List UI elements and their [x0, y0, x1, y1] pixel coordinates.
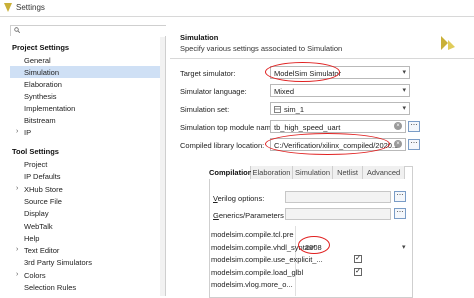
settings-tree: Project Settings General Simulation Elabor… — [10, 36, 166, 296]
property-row[interactable]: modelsim.compile.load_glbl — [211, 267, 409, 278]
sidebar-item-label: Text Editor — [24, 246, 60, 256]
sidebar-item-bitstream[interactable]: Bitstream — [10, 114, 165, 126]
property-row[interactable]: modelsim.compile.tcl.pre — [211, 229, 409, 240]
property-key: modelsim.compile.use_explicit_... — [211, 255, 323, 264]
property-row[interactable]: modelsim.vlog.more_o... — [211, 279, 409, 290]
title-bar: Settings — [0, 0, 474, 17]
property-key: modelsim.compile.load_glbl — [211, 267, 304, 277]
sidebar-item-label: 3rd Party Simulators — [24, 258, 92, 268]
tab-netlist[interactable]: Netlist — [333, 166, 363, 179]
sidebar-item-label: IP — [24, 128, 32, 137]
sidebar-item-label: Selection Rules — [24, 283, 77, 292]
chevron-right-icon[interactable]: › — [16, 246, 18, 253]
tree-scrollbar[interactable] — [160, 37, 165, 296]
target-simulator-select[interactable]: ModelSim Simulator ▾ — [270, 66, 410, 79]
settings-search-input[interactable] — [10, 25, 167, 36]
vhdl-syntax-value[interactable]: 2008 — [305, 243, 322, 252]
sidebar-item-label: Project — [24, 160, 48, 169]
top-module-input[interactable]: tb_high_speed_uart — [270, 120, 406, 133]
clear-icon[interactable]: × — [394, 140, 402, 148]
simulator-language-value: Mixed — [274, 87, 295, 96]
sidebar-item-xhub-store[interactable]: › XHub Store — [10, 183, 165, 195]
sidebar-item-help[interactable]: Help — [10, 232, 165, 244]
chevron-down-icon: ▾ — [402, 87, 406, 94]
property-checkbox[interactable]: ✓ — [354, 255, 362, 263]
tab-advanced[interactable]: Advanced — [363, 166, 405, 179]
property-key: modelsim.compile.tcl.pre — [211, 230, 294, 239]
sidebar-item-ip[interactable]: › IP — [10, 126, 165, 138]
property-row[interactable]: modelsim.compile.use_explicit_... — [211, 254, 409, 265]
property-checkbox[interactable]: ✓ — [354, 267, 362, 276]
sidebar-item-label: Bitstream — [24, 116, 56, 125]
target-simulator-label: Target simulator: — [180, 69, 236, 78]
sidebar-item-implementation[interactable]: Implementation — [10, 102, 165, 114]
sidebar-item-label: WebTalk — [24, 221, 53, 231]
page-title: Simulation — [180, 33, 219, 42]
tab-elaboration[interactable]: Elaboration — [251, 166, 293, 179]
top-module-label: Simulation top module name: — [180, 123, 278, 132]
sidebar-item-display[interactable]: Display — [10, 207, 165, 219]
verilog-options-label: Verilog options: — [213, 194, 265, 203]
sidebar-item-label: XHub Store — [24, 184, 63, 194]
verilog-options-field[interactable] — [285, 191, 391, 203]
sim-set-icon — [274, 106, 281, 113]
sidebar-item-label: IP Defaults — [24, 172, 61, 182]
property-key: modelsim.compile.vhdl_syntax* — [211, 242, 316, 252]
clear-icon[interactable]: × — [394, 122, 402, 130]
sidebar-item-simulation[interactable]: Simulation — [10, 66, 165, 78]
sidebar-item-colors[interactable]: › Colors — [10, 269, 165, 281]
tab-simulation[interactable]: Simulation — [293, 166, 333, 179]
chevron-down-icon: ▾ — [402, 105, 406, 112]
sidebar-item-ip-defaults[interactable]: IP Defaults — [10, 170, 165, 182]
sidebar-item-webtalk[interactable]: WebTalk — [10, 220, 165, 232]
tab-compilation[interactable]: Compilation — [209, 166, 252, 179]
page-subtitle: Specify various settings associated to S… — [180, 44, 343, 53]
simulation-set-value: sim_1 — [284, 105, 305, 114]
chevron-right-icon[interactable]: › — [16, 271, 18, 278]
top-module-value: tb_high_speed_uart — [274, 123, 341, 132]
header-divider — [170, 58, 474, 59]
simulator-language-label: Simulator language: — [180, 87, 247, 96]
sidebar-item-text-editor[interactable]: › Text Editor — [10, 244, 165, 256]
sidebar-item-source-file[interactable]: Source File — [10, 195, 165, 207]
search-icon — [14, 27, 20, 33]
sidebar-item-synthesis[interactable]: Synthesis — [10, 90, 165, 102]
chevron-right-icon[interactable]: › — [16, 128, 18, 135]
simulation-set-select[interactable]: sim_1 ▾ — [270, 102, 410, 115]
property-key: modelsim.vlog.more_o... — [211, 280, 293, 289]
generics-options-button[interactable]: ⋯ — [394, 208, 406, 219]
compiled-library-label: Compiled library location: — [180, 141, 265, 150]
project-settings-header: Project Settings — [12, 43, 70, 52]
chevron-down-icon: ▾ — [402, 69, 406, 76]
window-title: Settings — [16, 3, 45, 12]
vivado-logo-icon — [441, 36, 455, 50]
generics-options-field[interactable] — [285, 208, 391, 220]
verilog-options-button[interactable]: ⋯ — [394, 191, 406, 202]
sidebar-item-label: Synthesis — [24, 92, 57, 101]
compiled-library-value: C:/Verification/xilinx_compiled/2020.1 — [274, 141, 399, 150]
sidebar-item-label: Source File — [24, 196, 62, 206]
tool-settings-header: Tool Settings — [12, 147, 59, 156]
sidebar-item-label: Colors — [24, 270, 46, 280]
chevron-right-icon[interactable]: › — [16, 185, 18, 192]
sidebar-item-label: Implementation — [24, 104, 76, 113]
compiled-library-input[interactable]: C:/Verification/xilinx_compiled/2020.1 — [270, 138, 406, 151]
sidebar-item-3rd-party-simulators[interactable]: 3rd Party Simulators — [10, 256, 165, 268]
simulation-set-label: Simulation set: — [180, 105, 230, 114]
vivado-app-icon — [4, 3, 12, 12]
sidebar-item-selection-rules[interactable]: Selection Rules — [10, 281, 165, 293]
sidebar-item-label: Help — [24, 233, 40, 243]
sidebar-item-project[interactable]: Project — [10, 158, 165, 170]
sidebar-item-label: Display — [24, 209, 49, 219]
sidebar-item-label: Simulation — [24, 68, 60, 77]
sidebar-item-general[interactable]: General — [10, 54, 165, 66]
sidebar-item-elaboration[interactable]: Elaboration — [10, 78, 165, 90]
sidebar-item-label: Elaboration — [24, 80, 62, 89]
browse-top-module-button[interactable]: ⋯ — [408, 121, 420, 132]
target-simulator-value: ModelSim Simulator — [274, 69, 342, 78]
chevron-down-icon[interactable]: ▾ — [402, 243, 406, 251]
simulator-language-select[interactable]: Mixed ▾ — [270, 84, 410, 97]
browse-compiled-library-button[interactable]: ⋯ — [408, 139, 420, 150]
sidebar-item-label: General — [24, 56, 51, 65]
